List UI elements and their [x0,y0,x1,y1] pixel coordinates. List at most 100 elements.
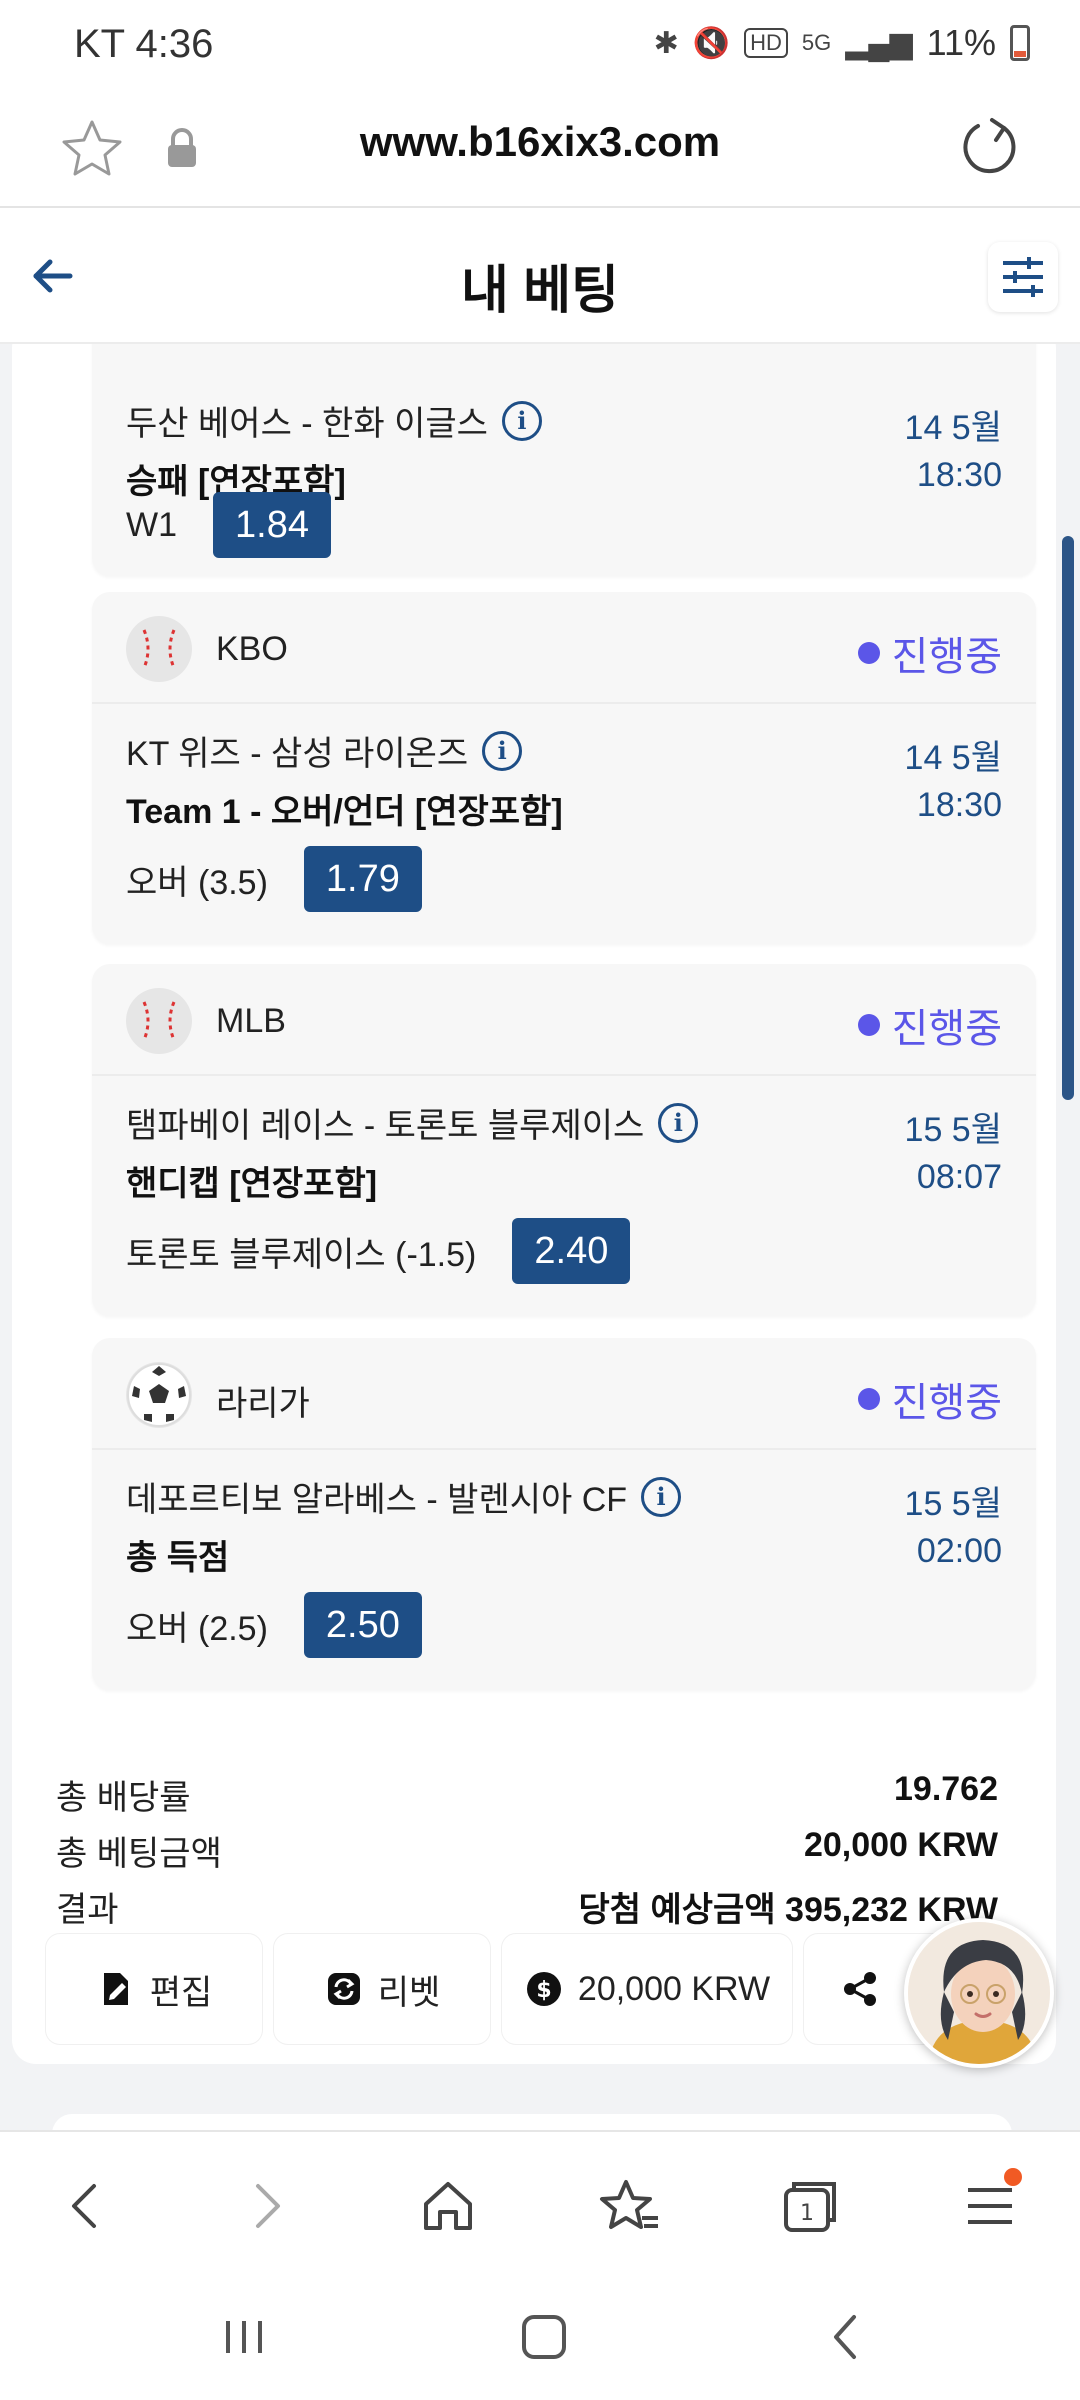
edit-document-icon [103,1973,128,2005]
bet-content[interactable]: 두산 베어스 - 한화 이글스 i 14 5월 승패 [연장포함] 18:30 … [0,344,1080,2130]
bet-item: KBO 진행중 KT 위즈 - 삼성 라이온즈 i 14 5월 Team 1 -… [92,592,1036,944]
match-time: 08:07 [916,1158,1002,1196]
soccer-ball-icon [126,1362,192,1428]
info-icon[interactable]: i [658,1102,699,1143]
live-status: 진행중 [857,624,1002,682]
bet-header: MLB 진행중 [92,964,1036,1076]
chevron-right-icon [256,2184,280,2228]
status-time: KT 4:36 [74,22,214,66]
browser-bottom-nav: 1 [0,2130,1080,2276]
mute-icon: 🔇 [692,26,731,60]
pick-row: 오버 (3.5) 1.79 [126,846,422,912]
match-date: 15 5월 [904,1485,1002,1523]
rebet-icon [327,1973,360,2005]
result-label: 결과 [56,1891,119,1929]
notification-dot [1004,2168,1022,2186]
system-nav-bar [0,2276,1080,2400]
filter-button[interactable] [988,242,1058,312]
next-card-peek [52,2114,1012,2130]
match-date: 15 5월 [904,1111,1002,1149]
match-row: KT 위즈 - 삼성 라이온즈 i [126,726,523,775]
menu-button[interactable] [950,2166,1030,2246]
cashout-amount: 20,000 KRW [577,1969,771,2008]
match-name: KT 위즈 - 삼성 라이온즈 [126,735,469,773]
pick-row: 오버 (2.5) 2.50 [126,1592,422,1658]
league-name: MLB [216,1002,286,1040]
browser-url-bar: www.b16xix3.com [0,92,1080,208]
bet-header: 라리가 진행중 [92,1338,1036,1450]
live-dot-icon [857,1388,880,1410]
total-stake-row: 총 베팅금액 20,000 KRW [56,1826,998,1875]
browser-forward-button[interactable] [226,2166,306,2246]
browser-back-button[interactable] [46,2166,126,2246]
info-icon[interactable]: i [482,730,523,771]
recent-apps-button[interactable] [204,2302,284,2372]
pick-name: W1 [126,505,177,544]
odds-badge: 1.79 [303,846,422,912]
baseball-icon [126,616,192,682]
odds-badge: 2.50 [303,1592,422,1658]
bluetooth-icon: ✱ [653,26,679,60]
status-bar: KT 4:36 ✱ 🔇 HD 5G ▂▄▆ 11% [0,0,1080,92]
pick-name: 오버 (3.5) [126,863,268,902]
market-name: 총 득점 [126,1539,230,1577]
league-name: 라리가 [216,1385,310,1423]
match-date: 14 5월 [904,739,1002,777]
sliders-icon [1003,257,1043,297]
system-back-button[interactable] [806,2302,886,2372]
total-stake-value: 20,000 KRW [803,1826,998,1864]
page-title: 내 베팅 [461,262,619,320]
bet-header: KBO 진행중 [92,592,1036,704]
match-row: 탬파베이 레이스 - 토론토 블루제이스 i [126,1098,699,1147]
recent-apps-icon [226,2321,262,2353]
url-text[interactable]: www.b16xix3.com [0,118,1080,166]
battery-percent: 11% [926,22,996,63]
edit-button[interactable]: 편집 [46,1934,262,2044]
match-name: 탬파베이 레이스 - 토론토 블루제이스 [126,1107,645,1145]
system-home-icon [522,2315,566,2359]
svg-text:$: $ [536,1978,551,2003]
match-row: 데포르티보 알라베스 - 발렌시아 CF i [126,1472,682,1521]
market-name: Team 1 - 오버/언더 [연장포함] [126,793,563,831]
pick-row: W1 1.84 [126,492,331,558]
match-name: 두산 베어스 - 한화 이글스 [126,405,488,443]
live-status-label: 진행중 [891,1381,1002,1425]
svg-text:1: 1 [800,2201,814,2226]
live-status-label: 진행중 [891,635,1002,679]
baseball-icon [126,988,192,1054]
bookmarks-button[interactable] [590,2166,670,2246]
status-icons: ✱ 🔇 HD 5G ▂▄▆ 11% [654,22,1030,64]
live-status-label: 진행중 [891,1007,1002,1051]
home-button[interactable] [408,2166,488,2246]
tabs-icon: 1 [784,2182,836,2232]
league-name: KBO [216,630,288,668]
chat-assistant-avatar[interactable] [904,1918,1054,2068]
pick-name: 오버 (2.5) [126,1609,268,1648]
pick-row: 토론토 블루제이스 (-1.5) 2.40 [126,1218,631,1284]
total-odds-row: 총 배당률 19.762 [56,1770,998,1819]
tabs-button[interactable]: 1 [770,2166,850,2246]
bet-slip-card: 두산 베어스 - 한화 이글스 i 14 5월 승패 [연장포함] 18:30 … [12,344,1056,2064]
bet-list: 두산 베어스 - 한화 이글스 i 14 5월 승패 [연장포함] 18:30 … [46,344,1036,1740]
match-time: 02:00 [916,1532,1002,1570]
system-back-icon [834,2315,856,2359]
rebet-button[interactable]: 리벳 [274,1934,490,2044]
battery-icon [1010,25,1030,61]
system-home-button[interactable] [504,2302,584,2372]
reload-icon[interactable] [958,114,1022,178]
info-icon[interactable]: i [641,1476,682,1517]
home-icon [424,2182,472,2230]
match-name: 데포르티보 알라베스 - 발렌시아 CF [126,1481,628,1519]
market-name: 핸디캡 [연장포함] [126,1165,378,1203]
cashout-button[interactable]: $ 20,000 KRW [502,1934,792,2044]
bookmarks-star-icon [600,2180,658,2229]
page-header: 내 베팅 [0,208,1080,344]
info-icon[interactable]: i [501,400,542,441]
live-status: 진행중 [857,996,1002,1054]
pick-name: 토론토 블루제이스 (-1.5) [126,1235,477,1274]
live-status: 진행중 [857,1370,1002,1428]
scrollbar[interactable] [1062,536,1074,1100]
odds-badge: 2.40 [512,1218,631,1284]
odds-badge: 1.84 [213,492,331,558]
match-date: 14 5월 [904,409,1002,447]
